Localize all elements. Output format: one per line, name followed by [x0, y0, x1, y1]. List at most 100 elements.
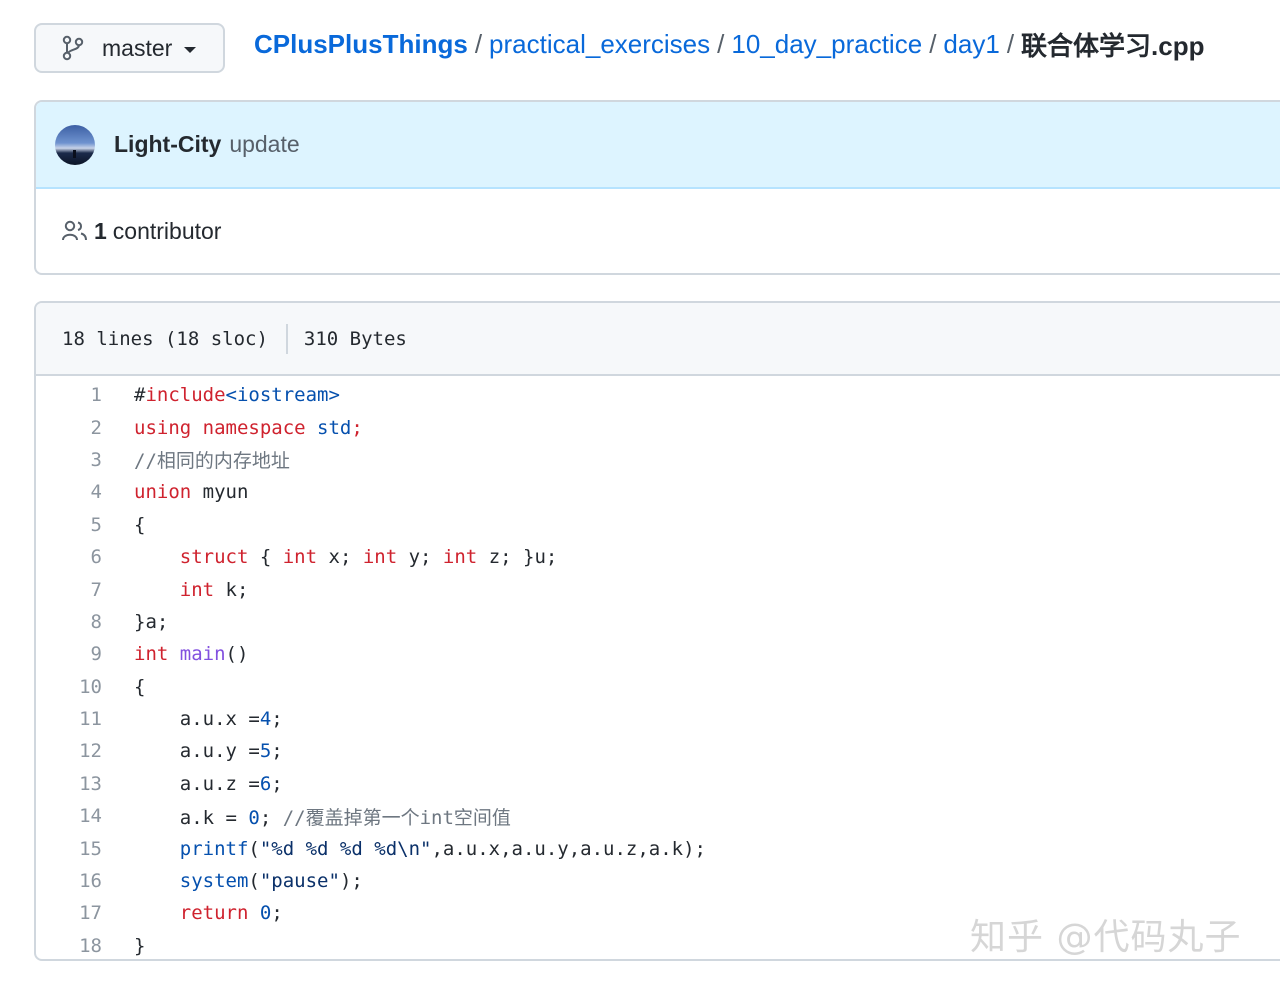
branch-label: master [102, 34, 173, 61]
code-token: # [134, 384, 146, 407]
code-token: union [134, 481, 192, 504]
breadcrumb-dir-link[interactable]: day1 [943, 29, 999, 60]
code-token: }a; [134, 610, 169, 633]
commit-author-link[interactable]: Light-City [114, 131, 221, 158]
code-token: a.u.y = [134, 740, 260, 763]
code-token: k; [214, 578, 249, 601]
breadcrumb-separator: / [717, 28, 725, 59]
line-number[interactable]: 8 [36, 611, 134, 633]
code-line: 15 printf("%d %d %d %d\n",a.u.x,a.u.y,a.… [36, 832, 1280, 864]
code-line-content: int main() [134, 643, 248, 665]
code-line-content: #include<iostream> [134, 384, 340, 406]
code-token: //覆盖掉第一个int空间值 [282, 806, 511, 829]
code-line-content: using namespace std; [134, 417, 363, 439]
breadcrumb-dir-link[interactable]: 10_day_practice [731, 29, 922, 60]
code-line-content: { [134, 514, 145, 536]
code-token: include [145, 384, 226, 407]
commit-message-link[interactable]: update [229, 131, 299, 158]
code-token: 4 [259, 708, 272, 731]
code-line-content: a.k = 0; //覆盖掉第一个int空间值 [134, 803, 511, 830]
code-token: { [134, 513, 146, 536]
code-token: std [317, 416, 352, 439]
code-token: z; }u; [477, 546, 558, 569]
line-number[interactable]: 1 [36, 384, 134, 406]
line-number[interactable]: 5 [36, 514, 134, 536]
line-number[interactable]: 14 [36, 805, 134, 827]
code-line: 12 a.u.y =5; [36, 735, 1280, 767]
code-token: using namespace [134, 416, 318, 439]
code-line: 11 a.u.x =4; [36, 703, 1280, 735]
code-line-content: return 0; [134, 902, 283, 924]
avatar[interactable] [55, 124, 95, 165]
file-size: 310 Bytes [303, 327, 407, 350]
code-line: 5{ [36, 509, 1280, 541]
code-line-content: //相同的内存地址 [134, 446, 290, 473]
line-number[interactable]: 15 [36, 838, 134, 860]
people-icon [62, 220, 88, 242]
breadcrumb-dir-link[interactable]: practical_exercises [489, 29, 710, 60]
line-number[interactable]: 18 [36, 935, 134, 957]
code-line: 13 a.u.z =6; [36, 768, 1280, 800]
code-line: 7 int k; [36, 573, 1280, 605]
code-token: int [282, 546, 318, 569]
breadcrumb-separator: / [474, 28, 483, 59]
breadcrumb: CPlusPlusThings / practical_exercises / … [254, 26, 1205, 62]
code-token: ; [271, 740, 283, 763]
code-line-content: system("pause"); [134, 870, 363, 892]
line-number[interactable]: 10 [36, 676, 134, 698]
line-number[interactable]: 2 [36, 417, 134, 439]
code-token: () [225, 643, 249, 666]
code-token: <iostream> [225, 384, 340, 407]
file-viewer: 18 lines (18 sloc) 310 Bytes 1 #include<i… [34, 301, 1280, 961]
line-number[interactable]: 13 [36, 773, 134, 795]
code-token: main [179, 643, 226, 666]
code-token: return [179, 902, 249, 925]
code-token: ,a.u.x,a.u.y,a.u.z,a.k); [431, 837, 706, 860]
line-number[interactable]: 7 [36, 579, 134, 601]
code-token: int [362, 546, 398, 569]
chevron-down-icon [184, 47, 197, 53]
code-line-content: a.u.z =6; [134, 773, 283, 795]
branch-selector-button[interactable]: master [34, 23, 225, 73]
line-number[interactable]: 12 [36, 740, 134, 762]
code-line: 14 a.k = 0; //覆盖掉第一个int空间值 [36, 800, 1280, 832]
code-token: myun [191, 481, 249, 504]
code-token: a.u.z = [134, 772, 260, 795]
code-token: int [179, 578, 215, 601]
line-number[interactable]: 6 [36, 546, 134, 568]
git-branch-icon [62, 35, 86, 61]
line-number[interactable]: 4 [36, 481, 134, 503]
breadcrumb-separator: / [929, 28, 937, 59]
contributor-count: 1 [94, 217, 107, 244]
code-line: 10{ [36, 671, 1280, 703]
code-token: ( [248, 870, 260, 893]
code-token: ; [259, 806, 283, 829]
code-token: y; [397, 546, 443, 569]
line-number[interactable]: 17 [36, 902, 134, 924]
line-number[interactable]: 11 [36, 708, 134, 730]
code-line: 3//相同的内存地址 [36, 444, 1280, 476]
contributors-row[interactable]: 1 contributor [36, 189, 1280, 273]
code-line-content: a.u.x =4; [134, 708, 283, 730]
code-line-content: struct { int x; int y; int z; }u; [134, 546, 558, 569]
code-token: 5 [259, 740, 272, 763]
contributor-label: contributor [112, 217, 222, 244]
code-token: { [134, 675, 146, 698]
breadcrumb-repo-link[interactable]: CPlusPlusThings [254, 29, 468, 60]
code-token: ); [339, 870, 363, 893]
line-number[interactable]: 9 [36, 643, 134, 665]
code-token: 0 [259, 902, 272, 925]
file-info-header: 18 lines (18 sloc) 310 Bytes [36, 303, 1280, 376]
code-line: 16 system("pause"); [36, 865, 1280, 897]
code-listing[interactable]: 1 #include<iostream> 2 using namespace std;… [36, 376, 1280, 959]
line-number[interactable]: 16 [36, 870, 134, 892]
code-line: 9 int main() [36, 638, 1280, 670]
code-line-content: } [134, 935, 145, 957]
code-token: { [248, 546, 283, 569]
line-number[interactable]: 3 [36, 449, 134, 471]
